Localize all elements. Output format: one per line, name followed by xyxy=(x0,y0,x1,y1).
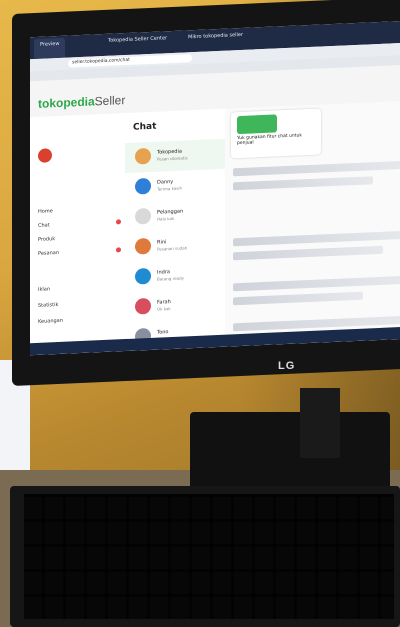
chat-contact-name: Tono xyxy=(157,329,169,336)
chat-row[interactable]: Pelanggan Halo kak xyxy=(125,199,225,233)
avatar xyxy=(135,207,151,225)
browser-tab[interactable]: Mikro tokopedia seller xyxy=(188,32,243,48)
avatar xyxy=(135,177,151,195)
promo-card[interactable]: Yuk gunakan fitur chat untuk penjual xyxy=(231,108,321,159)
monitor-screen: Preview Tokopedia Seller Center Mikro to… xyxy=(30,20,400,356)
avatar xyxy=(135,147,151,165)
monitor-stand xyxy=(300,388,340,458)
browser-tab[interactable]: Tokopedia Seller Center xyxy=(108,35,167,52)
avatar xyxy=(135,297,151,315)
chat-title: Chat xyxy=(133,121,157,133)
chat-row[interactable]: Danny Terima kasih xyxy=(125,169,225,203)
logo-sub-text: Seller xyxy=(94,93,126,109)
chat-contact-name: Danny xyxy=(157,178,174,186)
chat-contact-name: Farah xyxy=(157,299,171,306)
message-bubble xyxy=(233,275,400,292)
monitor-base xyxy=(190,412,390,490)
chat-row[interactable]: Rini Pesanan sudah xyxy=(125,229,225,263)
chat-row[interactable]: Indra Barang ready xyxy=(125,259,225,293)
logo-main-text: tokopedia xyxy=(38,94,95,111)
browser-tab[interactable]: Preview xyxy=(34,37,66,60)
message-bubble xyxy=(233,160,400,177)
sidebar-item-home[interactable]: Home xyxy=(38,208,53,215)
chat-contact-name: Pelanggan xyxy=(157,208,184,216)
tokopedia-logo[interactable]: tokopediaSeller xyxy=(38,93,125,111)
sidebar-item-pesanan[interactable]: Pesanan xyxy=(38,250,59,257)
chat-contact-name: Tokopedia xyxy=(157,148,182,156)
notification-dot xyxy=(116,247,121,253)
sidebar: Home Chat Produk Pesanan Iklan Statistik… xyxy=(30,113,126,356)
sidebar-item-statistik[interactable]: Statistik xyxy=(38,302,58,309)
chat-preview: Ok kak xyxy=(157,306,171,312)
promo-text: Yuk gunakan fitur chat untuk penjual xyxy=(237,133,302,147)
chat-row[interactable]: Tokopedia Pesan otomatis xyxy=(125,138,225,174)
message-bubble xyxy=(233,245,383,261)
shop-avatar[interactable] xyxy=(38,148,52,163)
monitor-frame: Preview Tokopedia Seller Center Mikro to… xyxy=(12,0,400,387)
chat-preview: Halo kak xyxy=(157,215,175,222)
sidebar-item-produk[interactable]: Produk xyxy=(38,236,55,243)
chat-row[interactable]: Farah Ok kak xyxy=(125,289,225,323)
chat-conversation: Yuk gunakan fitur chat untuk penjual xyxy=(225,100,400,347)
chat-contact-name: Indra xyxy=(157,269,170,276)
avatar xyxy=(135,267,151,285)
message-bubble xyxy=(233,291,363,306)
sidebar-item-chat[interactable]: Chat xyxy=(38,222,50,229)
chat-preview: Pesan otomatis xyxy=(157,155,188,162)
sidebar-item-keuangan[interactable]: Keuangan xyxy=(38,318,63,325)
message-bubble xyxy=(233,230,400,247)
sidebar-item-iklan[interactable]: Iklan xyxy=(38,286,50,293)
notification-dot xyxy=(116,219,121,225)
keyboard xyxy=(10,486,400,627)
chat-contact-name: Rini xyxy=(157,239,167,246)
lg-logo: LG xyxy=(278,360,296,372)
chat-list: Chat Tokopedia Pesan otomatis Danny Teri… xyxy=(125,108,226,352)
chat-preview: Pesanan sudah xyxy=(157,245,188,252)
message-bubble xyxy=(233,176,373,191)
chat-preview: Terima kasih xyxy=(157,185,183,192)
avatar xyxy=(135,237,151,255)
promo-banner-image xyxy=(237,114,277,135)
keyboard-keys xyxy=(24,494,394,619)
chat-preview: Barang ready xyxy=(157,275,185,282)
